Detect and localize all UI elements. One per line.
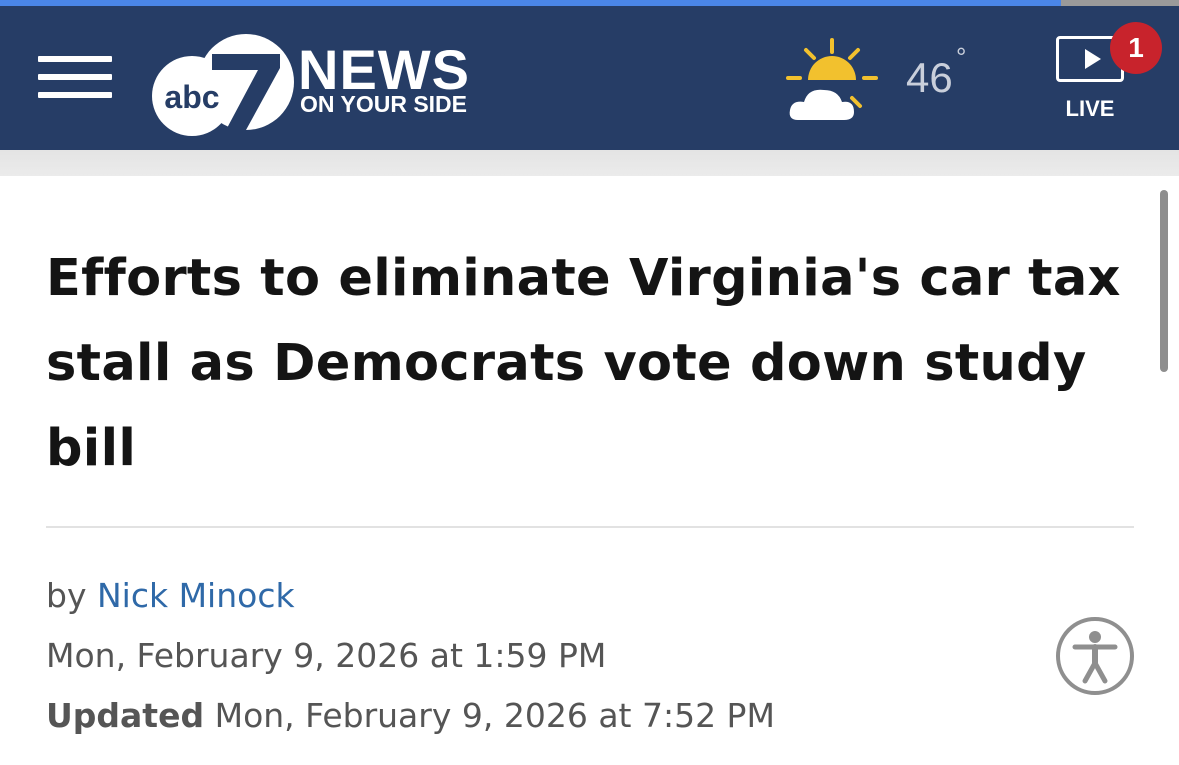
author-link[interactable]: Nick Minock	[97, 576, 295, 615]
article-headline: Efforts to eliminate Virginia's car tax …	[46, 249, 1121, 478]
logo-tagline: ON YOUR SIDE	[300, 91, 467, 117]
degree-symbol: °	[956, 42, 967, 72]
scrollbar[interactable]	[1160, 190, 1168, 372]
live-label: LIVE	[1065, 96, 1115, 121]
headline-divider	[46, 526, 1134, 528]
abc7-logo-icon: abc	[152, 34, 294, 136]
partly-cloudy-icon	[786, 38, 878, 120]
accessibility-person-icon	[1072, 631, 1118, 684]
byline-prefix: by	[46, 576, 87, 615]
hamburger-menu-icon[interactable]	[38, 52, 112, 102]
updated-date: Mon, February 9, 2026 at 7:52 PM	[214, 696, 775, 735]
article-byline: by Nick Minock	[46, 574, 295, 618]
play-icon	[1085, 49, 1101, 69]
published-date: Mon, February 9, 2026 at 1:59 PM	[46, 636, 607, 675]
updated-label: Updated	[46, 696, 205, 735]
weather-widget[interactable]: 46 °	[784, 36, 984, 126]
updated-date-line: Updated Mon, February 9, 2026 at 7:52 PM	[46, 694, 775, 738]
site-header: abc NEWS ON YOUR SIDE 46 ° LIVE 1	[0, 6, 1179, 150]
notification-badge[interactable]: 1	[1110, 22, 1162, 74]
header-shadow	[0, 150, 1179, 176]
logo-title: NEWS	[298, 38, 470, 101]
svg-text:abc: abc	[164, 79, 219, 115]
abc7-news-logo[interactable]: abc NEWS ON YOUR SIDE	[150, 30, 480, 140]
temperature-value: 46	[906, 54, 953, 101]
accessibility-button[interactable]	[1056, 617, 1134, 695]
